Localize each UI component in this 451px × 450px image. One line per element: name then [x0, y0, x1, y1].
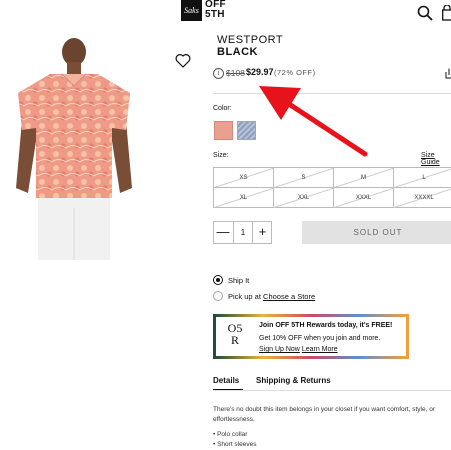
size-option-xs[interactable]: XS	[214, 168, 274, 188]
quantity-value[interactable]: 1	[233, 221, 253, 244]
quantity-decrease-button[interactable]: —	[213, 221, 233, 244]
product-name: BLACK	[217, 46, 258, 58]
description-bullet: • Polo collar	[213, 431, 248, 438]
sign-up-link[interactable]: Sign Up Now	[259, 346, 300, 353]
size-label: Size:	[213, 152, 229, 159]
product-image	[16, 38, 132, 260]
pickup-label[interactable]: Pick up at Choose a Store	[228, 292, 315, 301]
tab-shipping-returns[interactable]: Shipping & Returns	[256, 376, 331, 385]
wishlist-heart-icon[interactable]	[175, 53, 191, 68]
size-option-xxl[interactable]: XXL	[274, 188, 334, 208]
search-icon[interactable]	[417, 5, 433, 21]
description-bullet: • Short sleeves	[213, 441, 257, 448]
saks-logo[interactable]: Saks	[181, 0, 202, 21]
rewards-links: Sign Up Now Learn More	[259, 346, 338, 353]
quantity-increase-button[interactable]: +	[253, 221, 272, 244]
discount-percent: (72% OFF)	[274, 68, 316, 77]
info-icon[interactable]: i	[213, 68, 224, 79]
product-brand: WESTPORT	[217, 34, 284, 46]
tab-divider	[213, 390, 451, 391]
share-icon[interactable]	[445, 68, 451, 79]
shopping-bag-icon[interactable]	[442, 5, 451, 21]
pickup-radio[interactable]	[213, 291, 223, 301]
choose-store-link[interactable]: Choose a Store	[263, 292, 315, 301]
color-swatch-coral[interactable]	[214, 121, 233, 140]
rewards-logo: O5 R	[227, 321, 243, 347]
original-price: $108	[226, 68, 245, 78]
active-tab-indicator	[213, 389, 243, 390]
sold-out-button[interactable]: SOLD OUT	[302, 221, 451, 244]
tab-details[interactable]: Details	[213, 376, 239, 385]
size-option-xxxxl[interactable]: XXXXL	[394, 188, 451, 208]
pickup-prefix: Pick up at	[228, 292, 261, 301]
size-option-m[interactable]: M	[334, 168, 394, 188]
size-option-xl[interactable]: XL	[214, 188, 274, 208]
learn-more-link[interactable]: Learn More	[302, 346, 338, 353]
rewards-title: Join OFF 5TH Rewards today, it's FREE!	[259, 322, 393, 329]
sale-price: $29.97	[246, 67, 274, 77]
product-description: There's no doubt this item belongs in yo…	[213, 406, 435, 423]
off5th-logo[interactable]: OFF 5TH	[205, 0, 226, 20]
rewards-subtitle: Get 10% OFF when you join and more.	[259, 335, 381, 342]
annotation-arrow-icon	[259, 86, 368, 157]
size-guide-link[interactable]: Size Guide	[421, 152, 451, 166]
ship-it-label[interactable]: Ship It	[228, 276, 249, 285]
ship-it-radio[interactable]	[213, 275, 223, 285]
color-label: Color:	[213, 105, 232, 112]
size-option-l[interactable]: L	[394, 168, 451, 188]
size-option-s[interactable]: S	[274, 168, 334, 188]
size-option-xxxl[interactable]: XXXL	[334, 188, 394, 208]
color-swatch-blue[interactable]	[237, 121, 256, 140]
size-grid: XS S M L XL XXL XXXL XXXXL	[213, 167, 451, 208]
